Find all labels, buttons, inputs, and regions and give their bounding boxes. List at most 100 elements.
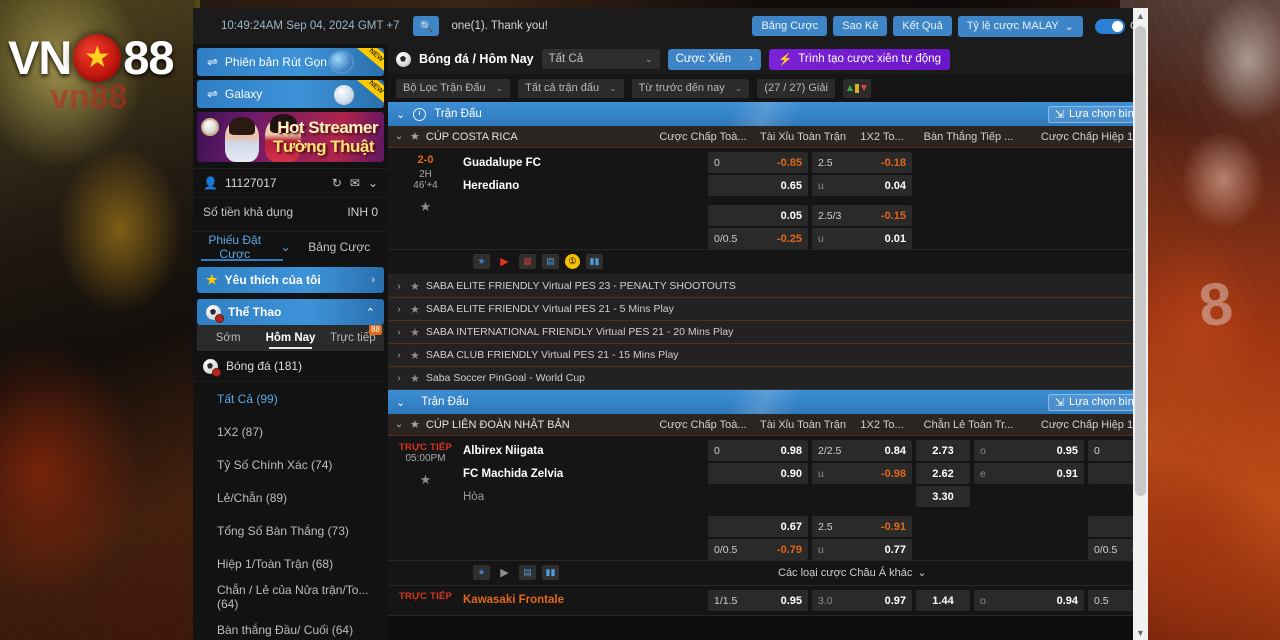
bet-list-button[interactable]: Bảng Cược [752, 16, 828, 36]
chevron-down-icon[interactable]: ⌄ [396, 108, 405, 121]
odds-cell[interactable]: u 0.77 [812, 539, 912, 560]
virtual-league-row[interactable]: › ★ SABA CLUB FRIENDLY Virtual PES 21 - … [388, 344, 1148, 367]
refresh-icon[interactable]: ↻ [332, 176, 342, 190]
subtab-early[interactable]: Sớm [197, 325, 259, 351]
odds-cell[interactable]: 2.73 [916, 440, 970, 461]
star-icon[interactable]: ★ [473, 565, 490, 580]
page-scrollbar[interactable]: ▲ ▼ [1133, 8, 1148, 640]
virtual-league-row[interactable]: › ★ Saba Soccer PinGoal - World Cup [388, 367, 1148, 390]
odds-cell[interactable]: u -0.98 [812, 463, 912, 484]
star-icon[interactable]: ★ [410, 418, 420, 431]
odds-cell[interactable]: 1/1.5 0.95 [708, 590, 808, 611]
search-icon[interactable]: 🔍 [413, 16, 440, 36]
odds-cell[interactable]: e 0.91 [974, 463, 1084, 484]
play-icon[interactable]: ▶ [496, 254, 513, 269]
chevron-down-icon[interactable]: ⌄ [388, 131, 410, 142]
odds-cell[interactable]: u 0.04 [812, 175, 912, 196]
tab-bet-slip[interactable]: Phiếu Đặt Cược ⌄ [193, 232, 291, 261]
sidebar-item-total-goals[interactable]: Tổng Số Bàn Thắng (73) [193, 514, 388, 547]
play-icon[interactable]: ▶ [496, 565, 513, 580]
odds-cell[interactable]: 0/0.5 -0.79 [708, 539, 808, 560]
coin-icon[interactable]: ① [565, 254, 580, 269]
odds-cell[interactable]: u 0.01 [812, 228, 912, 249]
star-icon[interactable]: ★ [410, 349, 420, 362]
star-icon[interactable]: ★ [410, 372, 420, 385]
odds-cell[interactable]: 0 0.98 [708, 440, 808, 461]
league-header-costa-rica[interactable]: ⌄ ★ CÚP COSTA RICA Cược Chấp Toà... Tài … [388, 126, 1148, 148]
star-icon[interactable]: ★ [473, 254, 490, 269]
odds-cell[interactable]: 0 -0.85 [708, 152, 808, 173]
list-icon[interactable]: ▤ [542, 254, 559, 269]
odds-cell[interactable]: 2.62 [916, 463, 970, 484]
odds-cell[interactable]: 2.5/3 -0.15 [812, 205, 912, 226]
chevron-right-icon[interactable]: › [388, 373, 410, 384]
sidebar-item-odd-even[interactable]: Lẻ/Chẵn (89) [193, 481, 388, 514]
mail-icon[interactable]: ✉ [350, 176, 360, 190]
odds-cell[interactable]: o 0.95 [974, 440, 1084, 461]
favorite-star-icon[interactable]: ★ [388, 472, 463, 488]
subtab-today[interactable]: Hôm Nay [259, 325, 321, 351]
chevron-right-icon[interactable]: › [388, 281, 410, 292]
odds-movement-icon[interactable] [842, 78, 871, 98]
league-header-japan-cup[interactable]: ⌄ ★ CÚP LIÊN ĐOÀN NHẬT BẢN Cược Chấp Toà… [388, 414, 1148, 436]
league-filter-select[interactable]: Tất Cả ⌄ [541, 49, 660, 69]
star-icon[interactable]: ★ [410, 280, 420, 293]
scrollbar-thumb[interactable] [1135, 26, 1146, 496]
user-row[interactable]: 👤 11127017 ↻ ✉ ⌄ [193, 168, 388, 197]
sidebar-item-1x2[interactable]: 1X2 (87) [193, 415, 388, 448]
odds-cell[interactable]: 0.90 [708, 463, 808, 484]
sidebar-item-first-last-goal[interactable]: Bàn thắng Đầu/ Cuối (64) [193, 613, 388, 640]
sidebar-item-favorites[interactable]: ★ Yêu thích của tôi › [197, 267, 384, 293]
odds-cell[interactable]: 2/2.5 0.84 [812, 440, 912, 461]
stats-icon[interactable]: ▦ [519, 254, 536, 269]
parlay-button[interactable]: Cược Xiên › [667, 48, 761, 70]
star-icon[interactable]: ★ [410, 303, 420, 316]
filter-all-matches[interactable]: Tất cả trận đấu ⌄ [518, 78, 624, 98]
virtual-league-row[interactable]: › ★ SABA ELITE FRIENDLY Virtual PES 21 -… [388, 298, 1148, 321]
bars-icon[interactable]: ▮▮ [542, 565, 559, 580]
filter-time-range[interactable]: Từ trước đến nay ⌄ [631, 78, 750, 98]
sidebar-item-sports[interactable]: Thể Thao ⌃ [197, 299, 384, 325]
filter-league-count[interactable]: (27 / 27) Giải [757, 78, 835, 98]
subtab-live[interactable]: Trực tiếp 88 [322, 325, 384, 351]
favorite-star-icon[interactable]: ★ [388, 199, 463, 215]
chevron-right-icon[interactable]: › [388, 350, 410, 361]
odds-cell[interactable]: 2.5 -0.18 [812, 152, 912, 173]
sidebar-item-all[interactable]: Tất Cả (99) [193, 382, 388, 415]
odds-cell[interactable]: 2.5 -0.91 [812, 516, 912, 537]
chevron-right-icon[interactable]: › [388, 304, 410, 315]
sidebar-sport-football[interactable]: Bóng đá (181) [193, 351, 388, 382]
odds-cell[interactable]: 0/0.5 -0.25 [708, 228, 808, 249]
chevron-down-icon[interactable]: ⌄ [368, 176, 378, 190]
site-logo[interactable]: VN ★ 88 [8, 30, 175, 85]
odds-cell[interactable]: 0.67 [708, 516, 808, 537]
tab-bet-list[interactable]: Bảng Cược [291, 232, 389, 261]
hot-streamer-promo[interactable]: Hot Streamer Tường Thuật [197, 112, 384, 162]
list-icon[interactable]: ▤ [519, 565, 536, 580]
scroll-up-icon[interactable]: ▲ [1133, 8, 1148, 23]
star-icon[interactable]: ★ [410, 130, 420, 143]
auto-parlay-button[interactable]: ⚡ Trình tạo cược xiên tự động [768, 48, 950, 70]
virtual-league-row[interactable]: › ★ SABA ELITE FRIENDLY Virtual PES 23 -… [388, 275, 1148, 298]
currency-toggle[interactable] [1094, 18, 1125, 34]
odds-cell[interactable]: 1.44 [916, 590, 970, 611]
odds-cell[interactable]: o 0.94 [974, 590, 1084, 611]
chevron-down-icon[interactable]: ⌄ [396, 396, 405, 409]
sidebar-item-ht-ft[interactable]: Hiệp 1/Toàn Trận (68) [193, 547, 388, 580]
odds-cell[interactable]: 0.05 [708, 205, 808, 226]
odds-cell[interactable]: 3.0 0.97 [812, 590, 912, 611]
statement-button[interactable]: Sao Kê [833, 16, 888, 36]
sidebar-banner-lite-version[interactable]: ⇌ Phiên bản Rút Gọn NEW [197, 48, 384, 76]
odds-type-select[interactable]: Tỷ lệ cược MALAY ⌄ [957, 15, 1083, 37]
chevron-right-icon[interactable]: › [388, 327, 410, 338]
results-button[interactable]: Kết Quả [893, 16, 952, 36]
virtual-league-row[interactable]: › ★ SABA INTERNATIONAL FRIENDLY Virtual … [388, 321, 1148, 344]
odds-cell[interactable]: 0.65 [708, 175, 808, 196]
chevron-down-icon[interactable]: ⌄ [388, 419, 410, 430]
more-asian-bets-button[interactable]: Các loại cược Châu Á khác ⌄ [778, 566, 927, 580]
sidebar-banner-galaxy[interactable]: ⇌ Galaxy NEW [197, 80, 384, 108]
sidebar-item-correct-score[interactable]: Tỷ Số Chính Xác (74) [193, 448, 388, 481]
filter-match-filter[interactable]: Bộ Lọc Trận Đấu ⌄ [396, 78, 511, 98]
bars-icon[interactable]: ▮▮ [586, 254, 603, 269]
odds-cell[interactable]: 3.30 [916, 486, 970, 507]
